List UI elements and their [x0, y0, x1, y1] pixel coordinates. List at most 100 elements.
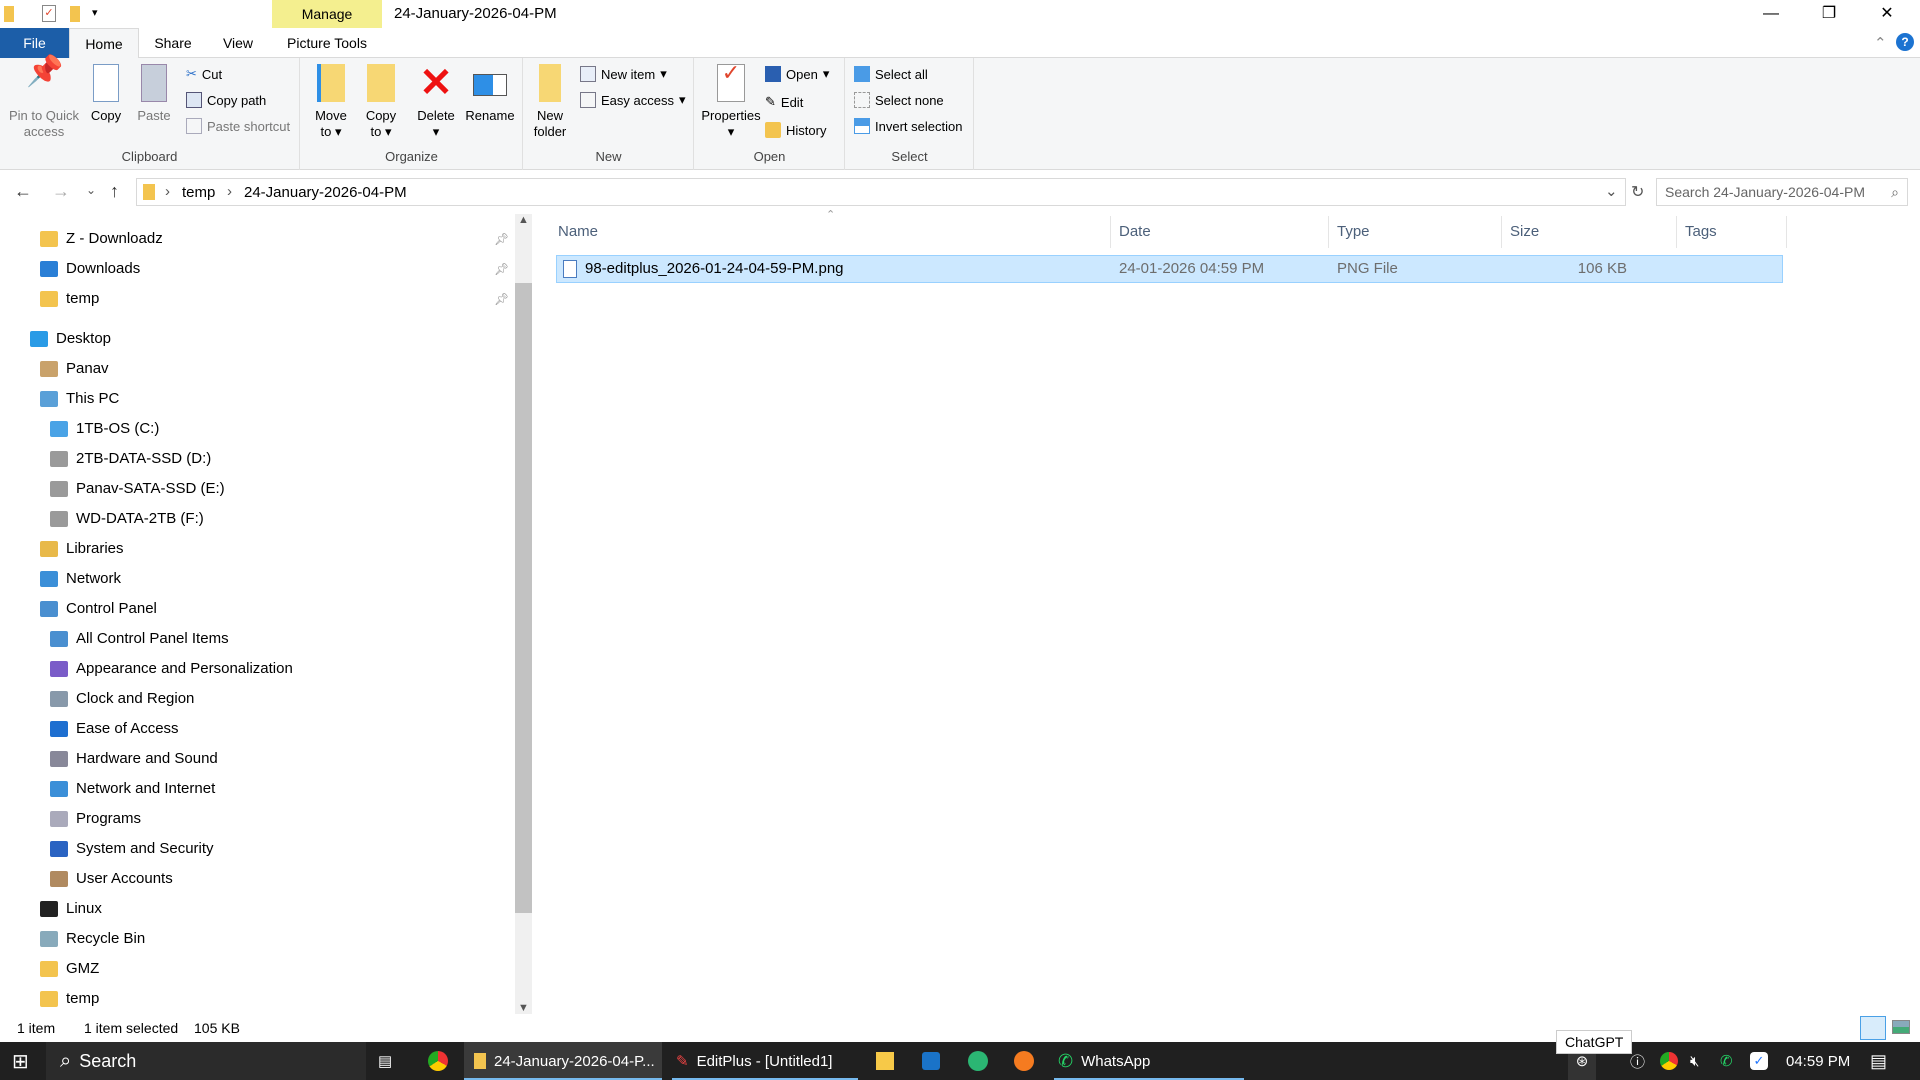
address-dropdown-icon[interactable]: ⌄: [1605, 182, 1618, 200]
manage-context-tab[interactable]: Manage: [272, 0, 382, 28]
collapse-ribbon-icon[interactable]: ⌃: [1874, 34, 1887, 52]
nav-item[interactable]: Programs: [50, 804, 141, 834]
select-none-button[interactable]: Select none: [854, 92, 944, 108]
nav-item[interactable]: Z - Downloadz: [40, 224, 163, 254]
taskbar-editplus[interactable]: ✎ EditPlus - [Untitled1]: [672, 1042, 858, 1080]
tab-view[interactable]: View: [210, 28, 266, 58]
qat-dropdown-icon[interactable]: ▾: [92, 6, 98, 19]
column-date[interactable]: Date: [1111, 216, 1329, 248]
nav-item[interactable]: Clock and Region: [50, 684, 194, 714]
nav-item[interactable]: temp: [40, 984, 99, 1014]
nav-item[interactable]: Panav: [40, 354, 109, 384]
taskbar-search[interactable]: ⌕ Search: [46, 1042, 366, 1080]
nav-item[interactable]: WD-DATA-2TB (F:): [50, 504, 204, 534]
recent-dropdown-icon[interactable]: ⌄: [86, 183, 96, 197]
pin-icon[interactable]: 📌︎: [494, 232, 509, 246]
new-item-button[interactable]: New item ▾: [580, 66, 667, 82]
copy-to-button[interactable]: Copy to ▾: [359, 64, 403, 140]
task-view-icon[interactable]: ▤: [378, 1042, 392, 1080]
nav-item[interactable]: temp: [40, 284, 99, 314]
nav-item[interactable]: Panav-SATA-SSD (E:): [50, 474, 225, 504]
column-size[interactable]: Size: [1502, 216, 1677, 248]
breadcrumb-temp[interactable]: temp: [182, 184, 215, 201]
taskbar-explorer[interactable]: 24-January-2026-04-P...: [464, 1042, 662, 1080]
paste-button[interactable]: Paste: [134, 64, 174, 124]
whatsapp-tray-icon[interactable]: ✆: [1720, 1042, 1733, 1080]
properties-button[interactable]: ✓ Properties ▾: [699, 62, 763, 140]
close-button[interactable]: ✕: [1858, 0, 1916, 28]
nav-item[interactable]: Linux: [40, 894, 102, 924]
tab-home[interactable]: Home: [69, 28, 139, 58]
move-to-button[interactable]: Move to ▾: [309, 64, 353, 140]
outlook-icon[interactable]: [922, 1042, 940, 1080]
forward-arrow-icon[interactable]: →: [52, 181, 70, 202]
nav-item[interactable]: Libraries: [40, 534, 124, 564]
chrome-tray-icon[interactable]: [1660, 1042, 1678, 1080]
clock[interactable]: 04:59 PM: [1786, 1042, 1850, 1080]
copy-button[interactable]: Copy: [86, 64, 126, 124]
up-arrow-icon[interactable]: ↑: [110, 181, 119, 202]
delete-button[interactable]: ✕ Delete ▾: [411, 63, 461, 140]
nav-item[interactable]: Network: [40, 564, 121, 594]
nav-item[interactable]: Hardware and Sound: [50, 744, 218, 774]
scroll-down-icon[interactable]: ▼: [518, 1002, 529, 1014]
scroll-up-icon[interactable]: ▲: [518, 214, 529, 226]
nav-item[interactable]: Network and Internet: [50, 774, 215, 804]
copy-path-button[interactable]: Copy path: [186, 92, 266, 108]
pin-icon[interactable]: 📌︎: [494, 292, 509, 306]
help-icon[interactable]: ?: [1896, 33, 1914, 51]
pin-quick-access-button[interactable]: 📌 Pin to Quick access: [4, 57, 84, 140]
firefox-icon[interactable]: [1014, 1042, 1034, 1080]
open-button[interactable]: Open ▾: [765, 66, 829, 82]
column-name[interactable]: Name: [550, 216, 1111, 248]
new-folder-qat-icon[interactable]: [70, 6, 80, 22]
nav-item[interactable]: Desktop: [30, 324, 111, 354]
easy-access-button[interactable]: Easy access ▾: [580, 92, 686, 108]
new-folder-button[interactable]: New folder: [528, 64, 572, 140]
nav-item[interactable]: System and Security: [50, 834, 214, 864]
nav-item[interactable]: User Accounts: [50, 864, 173, 894]
edge-icon[interactable]: [968, 1042, 988, 1080]
nav-item[interactable]: 1TB-OS (C:): [50, 414, 159, 444]
select-all-button[interactable]: Select all: [854, 66, 928, 82]
edit-button[interactable]: ✎ Edit: [765, 94, 803, 110]
properties-qat-icon[interactable]: ✓: [42, 5, 56, 22]
file-row[interactable]: 98-editplus_2026-01-24-04-59-PM.png 24-0…: [556, 255, 1783, 283]
address-bar[interactable]: › temp › 24-January-2026-04-PM ⌄ ↻: [136, 178, 1644, 206]
tab-share[interactable]: Share: [145, 28, 201, 58]
search-input[interactable]: Search 24-January-2026-04-PM ⌕: [1656, 178, 1908, 206]
nav-scrollbar-thumb[interactable]: [515, 283, 532, 913]
cut-button[interactable]: ✂ Cut: [186, 66, 222, 82]
nav-item[interactable]: GMZ: [40, 954, 99, 984]
refresh-icon[interactable]: ↻: [1631, 182, 1644, 202]
onepassword-tray-icon[interactable]: ⓘ: [1630, 1042, 1645, 1080]
maximize-button[interactable]: ❐: [1800, 0, 1858, 28]
tab-file[interactable]: File: [0, 28, 69, 58]
column-type[interactable]: Type: [1329, 216, 1502, 248]
nav-item[interactable]: Ease of Access: [50, 714, 179, 744]
nav-item[interactable]: This PC: [40, 384, 119, 414]
notifications-icon[interactable]: ▤: [1870, 1042, 1887, 1080]
invert-selection-button[interactable]: Invert selection: [854, 118, 962, 134]
rename-button[interactable]: Rename: [463, 64, 517, 124]
tab-picture-tools[interactable]: Picture Tools: [272, 28, 382, 58]
taskbar-whatsapp[interactable]: ✆ WhatsApp: [1054, 1042, 1244, 1080]
history-button[interactable]: History: [765, 122, 826, 138]
back-arrow-icon[interactable]: ←: [14, 181, 32, 202]
nav-item[interactable]: 2TB-DATA-SSD (D:): [50, 444, 211, 474]
chrome-icon[interactable]: [428, 1042, 448, 1080]
nav-item[interactable]: Recycle Bin: [40, 924, 145, 954]
details-view-icon[interactable]: [1860, 1016, 1886, 1040]
sticky-notes-icon[interactable]: [876, 1042, 894, 1080]
start-button[interactable]: ⊞: [12, 1042, 29, 1080]
todo-tray-icon[interactable]: ✓: [1750, 1042, 1768, 1080]
paste-shortcut-button[interactable]: Paste shortcut: [186, 118, 290, 134]
nav-item[interactable]: Control Panel: [40, 594, 157, 624]
nav-item[interactable]: Appearance and Personalization: [50, 654, 293, 684]
large-icons-view-icon[interactable]: [1892, 1020, 1910, 1034]
pin-icon[interactable]: 📌︎: [494, 262, 509, 276]
minimize-button[interactable]: —: [1742, 0, 1800, 28]
volume-muted-icon[interactable]: 🔇︎: [1690, 1042, 1699, 1080]
breadcrumb-current[interactable]: 24-January-2026-04-PM: [244, 184, 407, 201]
nav-item[interactable]: All Control Panel Items: [50, 624, 229, 654]
